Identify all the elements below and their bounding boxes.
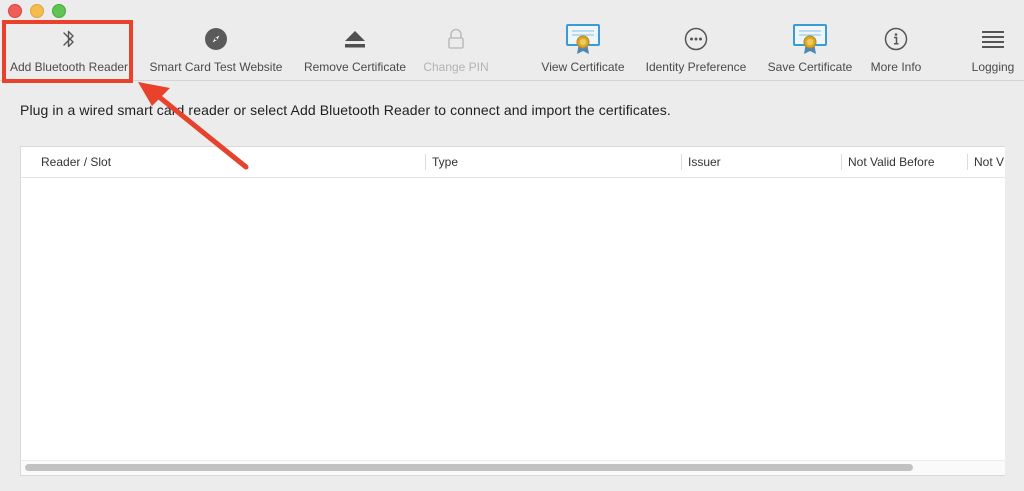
table-body [21, 178, 1005, 460]
column-header-not-valid-before[interactable]: Not Valid Before [848, 147, 935, 177]
column-header-type[interactable]: Type [432, 147, 458, 177]
tool-label: More Info [870, 60, 922, 74]
tool-label: Smart Card Test Website [149, 60, 283, 74]
minimize-button[interactable] [30, 4, 44, 18]
scrollbar-thumb[interactable] [25, 464, 913, 471]
certificate-icon [786, 18, 834, 60]
save-certificate-button[interactable]: Save Certificate [763, 18, 857, 80]
column-header-reader-slot[interactable]: Reader / Slot [41, 147, 111, 177]
window-controls [8, 4, 66, 18]
ellipsis-circle-icon [672, 18, 720, 60]
tool-label: Save Certificate [767, 60, 853, 74]
more-info-button[interactable]: More Info [864, 18, 928, 80]
list-icon [969, 18, 1017, 60]
close-button[interactable] [8, 4, 22, 18]
certificates-table[interactable]: Reader / Slot Type Issuer Not Valid Befo… [20, 146, 1005, 476]
eject-icon [331, 18, 379, 60]
change-pin-button[interactable]: Change PIN [422, 18, 490, 80]
lock-icon [432, 18, 480, 60]
maximize-button[interactable] [52, 4, 66, 18]
remove-certificate-button[interactable]: Remove Certificate [300, 18, 410, 80]
tool-label: Logging [971, 60, 1015, 74]
instruction-text: Plug in a wired smart card reader or sel… [20, 102, 671, 118]
logging-button[interactable]: Logging [966, 18, 1020, 80]
toolbar: Add Bluetooth Reader Smart Card Test Web… [0, 18, 1024, 80]
column-divider[interactable] [425, 154, 426, 170]
column-header-not-valid-after[interactable]: Not V [974, 147, 1004, 177]
app-window: Add Bluetooth Reader Smart Card Test Web… [0, 0, 1024, 491]
tool-label: Identity Preference [645, 60, 747, 74]
info-circle-icon [872, 18, 920, 60]
toolbar-divider [0, 80, 1024, 81]
certificate-icon [559, 18, 607, 60]
column-header-issuer[interactable]: Issuer [688, 147, 721, 177]
column-divider[interactable] [967, 154, 968, 170]
tool-label: View Certificate [541, 60, 625, 74]
identity-preference-button[interactable]: Identity Preference [640, 18, 752, 80]
smart-card-test-website-button[interactable]: Smart Card Test Website [146, 18, 286, 80]
column-divider[interactable] [681, 154, 682, 170]
view-certificate-button[interactable]: View Certificate [536, 18, 630, 80]
column-divider[interactable] [841, 154, 842, 170]
annotation-highlight-box [2, 20, 133, 83]
tool-label: Remove Certificate [303, 60, 407, 74]
horizontal-scrollbar[interactable] [21, 460, 1005, 475]
tool-label: Change PIN [423, 60, 489, 74]
table-header: Reader / Slot Type Issuer Not Valid Befo… [21, 147, 1005, 178]
compass-icon [192, 18, 240, 60]
